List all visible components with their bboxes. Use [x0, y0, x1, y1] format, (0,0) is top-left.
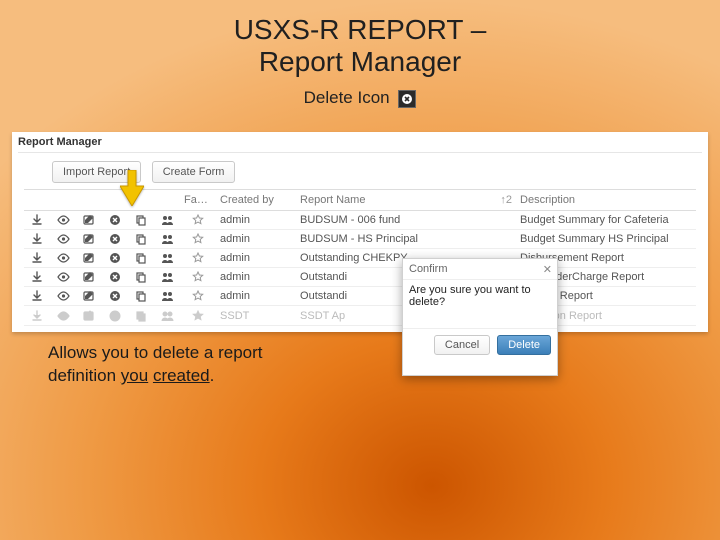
report-manager-panel: Report Manager Import Report Create Form… — [12, 132, 708, 332]
dialog-message: Are you sure you want to delete? — [409, 284, 531, 308]
download-icon[interactable] — [24, 287, 50, 306]
confirm-dialog: Confirm ✕ Are you sure you want to delet… — [402, 258, 558, 376]
share-icon[interactable] — [154, 287, 180, 306]
table-row: adminOutstanding CHEKPYDisbursement Repo… — [24, 249, 696, 268]
col-sort-indicator: ↑2 — [496, 190, 516, 211]
title-line1: USXS-R REPORT – — [234, 14, 487, 45]
delete-button[interactable]: Delete — [497, 335, 551, 355]
col-report-name[interactable]: Report Name — [296, 190, 496, 211]
cell-created-by: admin — [216, 287, 296, 306]
edit-icon[interactable] — [76, 249, 102, 268]
caption-word-created: created — [153, 366, 210, 385]
cell-created-by: SSDT — [216, 306, 296, 325]
favorite-toggle[interactable] — [180, 230, 216, 249]
dialog-close-icon[interactable]: ✕ — [543, 263, 552, 276]
view-icon[interactable] — [50, 249, 76, 268]
slide-caption: Allows you to delete a report definition… — [48, 342, 263, 388]
cell-created-by: admin — [216, 249, 296, 268]
divider — [18, 152, 702, 153]
reports-table: Favorite Created by Report Name ↑2 Descr… — [24, 189, 696, 326]
copy-icon[interactable] — [128, 306, 154, 325]
favorite-toggle[interactable] — [180, 287, 216, 306]
share-icon[interactable] — [154, 211, 180, 230]
copy-icon[interactable] — [128, 249, 154, 268]
view-icon[interactable] — [50, 287, 76, 306]
edit-icon[interactable] — [76, 268, 102, 287]
cell-created-by: admin — [216, 211, 296, 230]
delete-row-icon[interactable] — [102, 230, 128, 249]
title-line2: Report Manager — [259, 46, 461, 77]
share-icon[interactable] — [154, 249, 180, 268]
delete-row-icon[interactable] — [102, 211, 128, 230]
view-icon[interactable] — [50, 306, 76, 325]
delete-row-icon[interactable] — [102, 249, 128, 268]
table-row: adminOutstandihaseOrderCharge Report — [24, 268, 696, 287]
table-row: adminOutstandiluisition Report — [24, 287, 696, 306]
copy-icon[interactable] — [128, 211, 154, 230]
copy-icon[interactable] — [128, 287, 154, 306]
delete-row-icon[interactable] — [102, 287, 128, 306]
edit-icon[interactable] — [76, 287, 102, 306]
edit-icon[interactable] — [76, 306, 102, 325]
download-icon[interactable] — [24, 268, 50, 287]
delete-row-icon[interactable] — [102, 306, 128, 325]
col-description[interactable]: Description — [516, 190, 696, 211]
dialog-title: Confirm — [409, 263, 448, 275]
cancel-button[interactable]: Cancel — [434, 335, 490, 355]
download-icon[interactable] — [24, 211, 50, 230]
favorite-toggle[interactable] — [180, 211, 216, 230]
cell-created-by: admin — [216, 268, 296, 287]
create-form-button[interactable]: Create Form — [152, 161, 236, 183]
cell-description: Budget Summary for Cafeteria — [516, 211, 696, 230]
edit-icon[interactable] — [76, 211, 102, 230]
toolbar: Import Report Create Form — [12, 159, 708, 189]
cell-description: Budget Summary HS Principal — [516, 230, 696, 249]
view-icon[interactable] — [50, 211, 76, 230]
delete-row-icon[interactable] — [102, 268, 128, 287]
col-favorite[interactable]: Favorite — [180, 190, 216, 211]
spacer-cell — [496, 211, 516, 230]
col-created-by[interactable]: Created by — [216, 190, 296, 211]
view-icon[interactable] — [50, 230, 76, 249]
share-icon[interactable] — [154, 306, 180, 325]
slide-title: USXS-R REPORT – Report Manager — [0, 0, 720, 78]
delete-icon-label: Delete Icon — [304, 88, 390, 107]
table-row: adminBUDSUM - HS Principal Budget Summary… — [24, 230, 696, 249]
favorite-toggle[interactable] — [180, 249, 216, 268]
favorite-toggle[interactable] — [180, 268, 216, 287]
favorite-toggle[interactable] — [180, 306, 216, 325]
copy-icon[interactable] — [128, 230, 154, 249]
caption-word-definition: definition — [48, 366, 121, 385]
share-icon[interactable] — [154, 268, 180, 287]
copy-icon[interactable] — [128, 268, 154, 287]
view-icon[interactable] — [50, 268, 76, 287]
cell-created-by: admin — [216, 230, 296, 249]
panel-title: Report Manager — [12, 132, 708, 150]
download-icon[interactable] — [24, 230, 50, 249]
download-icon[interactable] — [24, 306, 50, 325]
table-row: SSDTSSDT Apropriation Report — [24, 306, 696, 325]
callout-arrow-icon — [120, 170, 144, 206]
caption-word-you: you — [121, 366, 148, 385]
caption-line1: Allows you to delete a report — [48, 343, 263, 362]
caption-period: . — [210, 366, 215, 385]
cell-report-name: BUDSUM - 006 fund — [296, 211, 496, 230]
table-row: adminBUDSUM - 006 fund Budget Summary for… — [24, 211, 696, 230]
delete-icon-label-row: Delete Icon — [0, 88, 720, 108]
delete-icon — [398, 90, 416, 108]
share-icon[interactable] — [154, 230, 180, 249]
cell-report-name: BUDSUM - HS Principal — [296, 230, 496, 249]
download-icon[interactable] — [24, 249, 50, 268]
spacer-cell — [496, 230, 516, 249]
edit-icon[interactable] — [76, 230, 102, 249]
